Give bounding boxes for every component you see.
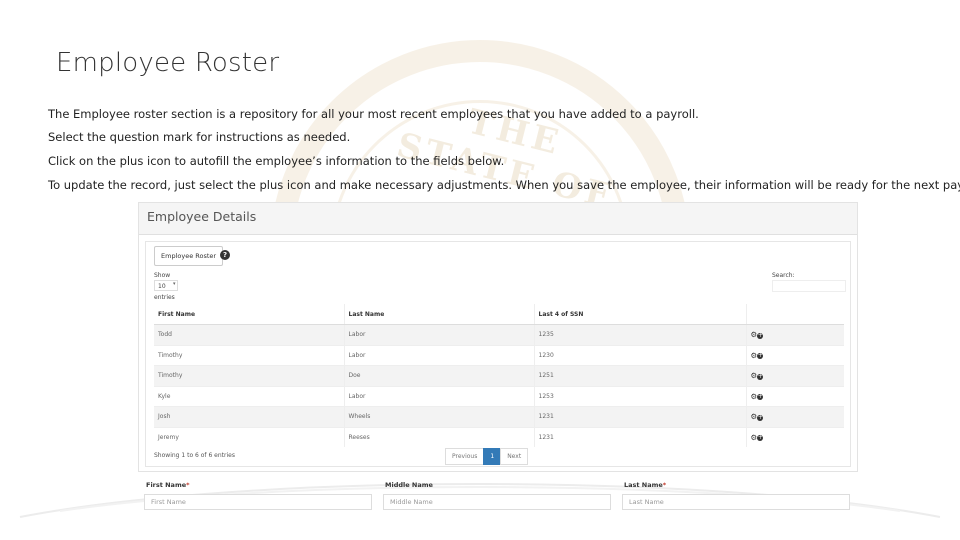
cell-ssn: 1230: [533, 344, 746, 366]
pagination: Previous 1 Next: [445, 448, 529, 465]
cell-first-name: Kyle: [154, 385, 344, 407]
update-instruction: To update the record, just select the pl…: [48, 178, 960, 192]
plus-instruction: Click on the plus icon to autofill the e…: [48, 154, 505, 168]
table-row: Todd Labor 1235 ⚙+: [154, 324, 844, 345]
plus-circle-icon[interactable]: +: [757, 353, 764, 360]
cell-last-name: Labor: [343, 344, 534, 366]
roster-body: Employee Roster ? Show 10 ▾ entries Sear…: [145, 241, 851, 467]
cell-ssn: 1231: [533, 426, 746, 447]
entries-label: entries: [154, 294, 175, 301]
last-name-label-text: Last Name: [624, 481, 663, 489]
panel-title: Employee Details: [139, 203, 857, 235]
chevron-down-icon: ▾: [173, 281, 176, 287]
cell-ssn: 1231: [533, 406, 746, 427]
required-marker: *: [186, 481, 190, 489]
plus-circle-icon[interactable]: +: [757, 394, 764, 401]
cell-last-name: Labor: [343, 324, 534, 345]
previous-page-button[interactable]: Previous: [445, 448, 485, 465]
gear-icon[interactable]: ⚙: [751, 330, 758, 339]
search-input[interactable]: [772, 280, 846, 292]
cell-first-name: Jeremy: [154, 426, 344, 447]
table-row: Jeremy Reeses 1231 ⚙+: [154, 426, 844, 447]
cell-ssn: 1235: [533, 324, 746, 345]
cell-ssn: 1251: [533, 365, 746, 386]
cell-first-name: Todd: [154, 324, 344, 345]
gear-icon[interactable]: ⚙: [751, 392, 758, 401]
table-row: Kyle Labor 1253 ⚙+: [154, 385, 844, 407]
first-name-label: First Name*: [146, 481, 190, 489]
row-actions: ⚙+: [745, 324, 844, 345]
middle-name-label: Middle Name: [385, 481, 433, 489]
col-actions: [745, 304, 844, 325]
cell-last-name: Wheels: [343, 406, 534, 427]
last-name-field[interactable]: Last Name: [622, 494, 850, 510]
row-actions: ⚙+: [745, 344, 844, 366]
required-marker: *: [662, 481, 667, 489]
first-name-field[interactable]: First Name: [144, 494, 372, 510]
slide-title: Employee Roster: [56, 48, 280, 78]
intro-paragraph: The Employee roster section is a reposit…: [48, 107, 699, 121]
cell-last-name: Labor: [343, 385, 534, 407]
row-actions: ⚙+: [745, 406, 844, 427]
row-actions: ⚙+: [745, 385, 844, 407]
table-row: Timothy Labor 1230 ⚙+: [154, 344, 844, 366]
question-circle-icon[interactable]: ?: [220, 250, 230, 260]
table-row: Josh Wheels 1231 ⚙+: [154, 406, 844, 427]
cell-ssn: 1253: [533, 385, 746, 407]
help-instruction: Select the question mark for instruction…: [48, 130, 351, 144]
col-ssn[interactable]: Last 4 of SSN: [533, 304, 746, 325]
next-page-button[interactable]: Next: [500, 448, 529, 465]
employee-roster-button[interactable]: Employee Roster: [154, 246, 224, 266]
table-row: Timothy Doe 1251 ⚙+: [154, 365, 844, 386]
gear-icon[interactable]: ⚙: [751, 433, 758, 442]
show-label: Show: [154, 272, 171, 279]
table-header-row: First Name Last Name Last 4 of SSN: [154, 304, 844, 325]
cell-last-name: Reeses: [343, 426, 534, 447]
showing-entries-text: Showing 1 to 6 of 6 entries: [154, 452, 235, 459]
employee-table: First Name Last Name Last 4 of SSN Todd …: [154, 304, 844, 447]
cell-last-name: Doe: [343, 365, 534, 386]
first-name-label-text: First Name: [146, 481, 187, 489]
plus-circle-icon[interactable]: +: [757, 332, 764, 339]
col-last-name[interactable]: Last Name: [343, 304, 534, 325]
plus-circle-icon[interactable]: +: [757, 435, 764, 442]
row-actions: ⚙+: [745, 426, 844, 447]
last-name-label: Last Name*: [624, 481, 666, 489]
cell-first-name: Josh: [154, 406, 344, 427]
gear-icon[interactable]: ⚙: [751, 371, 758, 380]
gear-icon[interactable]: ⚙: [751, 351, 758, 360]
employee-details-panel: Employee Details Employee Roster ? Show …: [138, 202, 858, 472]
search-label: Search:: [772, 272, 795, 279]
cell-first-name: Timothy: [154, 365, 344, 386]
middle-name-field[interactable]: Middle Name: [383, 494, 611, 510]
cell-first-name: Timothy: [154, 344, 344, 366]
gear-icon[interactable]: ⚙: [751, 412, 758, 421]
plus-circle-icon[interactable]: +: [757, 373, 764, 380]
plus-circle-icon[interactable]: +: [757, 414, 764, 421]
col-first-name[interactable]: First Name: [154, 304, 344, 325]
row-actions: ⚙+: [745, 365, 844, 386]
page-1-button[interactable]: 1: [483, 448, 502, 465]
